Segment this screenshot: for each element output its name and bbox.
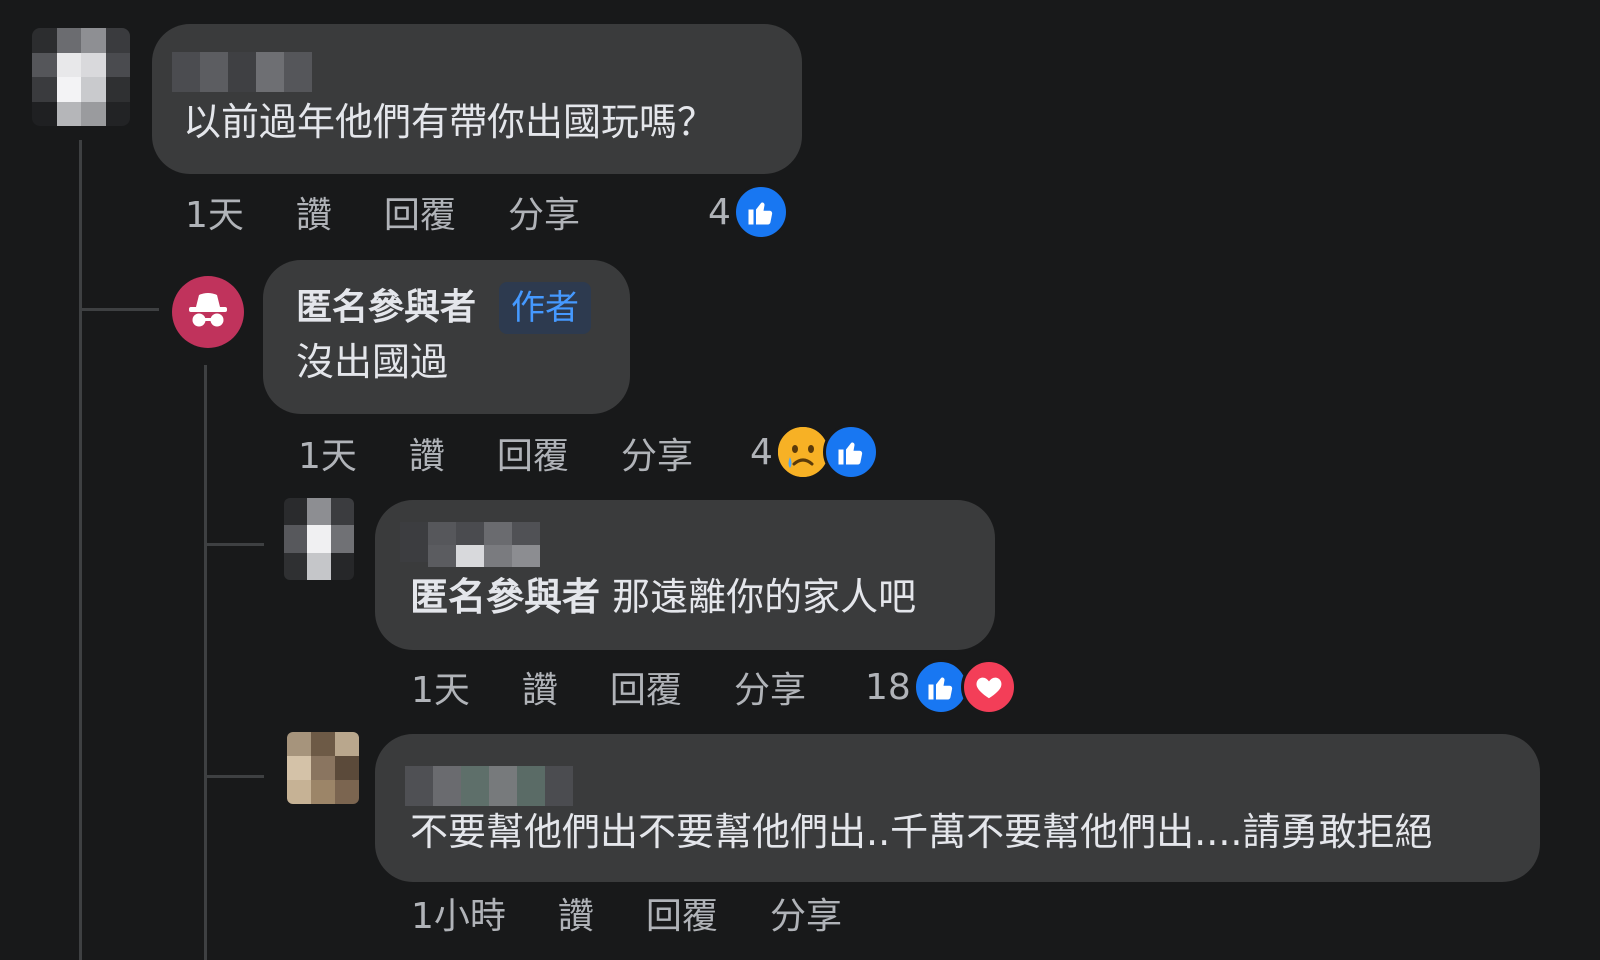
blurred-author-name[interactable] <box>405 766 573 806</box>
reaction-summary[interactable]: 4 <box>750 422 879 482</box>
love-icon <box>960 659 1017 715</box>
like-icon <box>822 424 879 480</box>
reaction-summary[interactable]: 4 <box>708 182 789 242</box>
thread-line-sub <box>204 365 207 960</box>
reaction-count: 4 <box>750 431 773 473</box>
share-button[interactable]: 分享 <box>734 661 806 713</box>
comment-actions: 1天 讚 回覆 分享 <box>185 187 632 237</box>
thread-line-main <box>79 140 82 960</box>
comment-bubble <box>152 24 802 174</box>
reply-button[interactable]: 回覆 <box>610 661 682 713</box>
timestamp[interactable]: 1天 <box>185 186 244 238</box>
anonymous-avatar[interactable] <box>172 276 244 348</box>
share-button[interactable]: 分享 <box>770 887 842 939</box>
reply-button[interactable]: 回覆 <box>384 186 456 238</box>
comment-bubble <box>375 734 1540 882</box>
share-button[interactable]: 分享 <box>621 427 693 479</box>
author-name[interactable]: 匿名參與者 <box>296 286 476 330</box>
avatar[interactable] <box>32 28 130 126</box>
blurred-author-name <box>428 545 540 567</box>
like-button[interactable]: 讚 <box>558 887 594 939</box>
comment-text: 以前過年他們有帶你出國玩嗎？ <box>183 100 716 144</box>
timestamp[interactable]: 1天 <box>411 661 470 713</box>
reaction-count: 4 <box>708 191 731 233</box>
like-button[interactable]: 讚 <box>522 661 558 713</box>
avatar[interactable] <box>284 498 354 580</box>
timestamp[interactable]: 1小時 <box>411 887 506 939</box>
comment-text: 不要幫他們出不要幫他們出..千萬不要幫他們出....請勇敢拒絕 <box>410 810 1433 854</box>
comment-actions: 1小時 讚 回覆 分享 <box>411 888 894 938</box>
blurred-author-name[interactable] <box>172 52 312 92</box>
comment-body: 那遠離你的家人吧 <box>612 575 917 619</box>
comment-text: 沒出國過 <box>296 340 449 384</box>
reaction-summary[interactable]: 18 <box>865 657 1017 717</box>
reply-button[interactable]: 回覆 <box>646 887 718 939</box>
reaction-count: 18 <box>865 666 911 708</box>
like-button[interactable]: 讚 <box>296 186 332 238</box>
incognito-icon <box>189 293 227 327</box>
author-badge: 作者 <box>499 282 591 334</box>
thread-line-branch-1 <box>79 308 159 311</box>
timestamp[interactable]: 1天 <box>298 427 357 479</box>
like-icon <box>732 184 789 240</box>
comment-actions: 1天 讚 回覆 分享 <box>411 662 858 712</box>
like-button[interactable]: 讚 <box>409 427 445 479</box>
mention-link[interactable]: 匿名參與者 <box>410 575 600 619</box>
comment-actions: 1天 讚 回覆 分享 <box>298 428 745 478</box>
avatar[interactable] <box>287 732 359 804</box>
reply-button[interactable]: 回覆 <box>497 427 569 479</box>
thread-line-branch-2 <box>204 543 264 546</box>
thread-line-branch-3 <box>204 775 264 778</box>
share-button[interactable]: 分享 <box>508 186 580 238</box>
comment-text: 匿名參與者 那遠離你的家人吧 <box>410 575 916 619</box>
